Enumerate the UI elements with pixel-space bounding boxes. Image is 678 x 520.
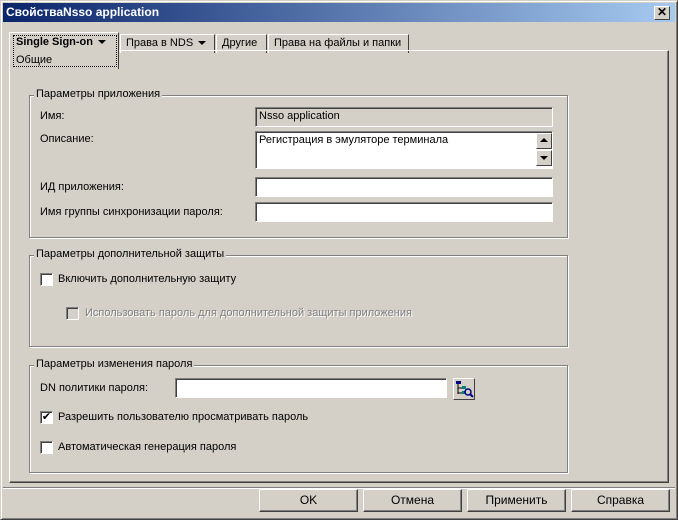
directory-browse-icon [456, 381, 474, 398]
subtab-general[interactable]: Общие [16, 54, 52, 66]
close-icon: ✕ [656, 5, 668, 19]
name-label: Имя: [40, 110, 65, 122]
help-button[interactable]: Справка [571, 489, 670, 512]
browse-button[interactable] [453, 378, 475, 400]
group-title: Параметры дополнительной защиты [34, 248, 227, 260]
app-params-group: Параметры приложения Имя: Nsso applicati… [29, 88, 568, 238]
properties-dialog: СвойстваNsso application ✕ Single Sign-o… [0, 0, 678, 520]
window-title: СвойстваNsso application [6, 5, 160, 19]
auto-generate-password-label[interactable]: Автоматическая генерация пароля [58, 441, 236, 453]
ok-button[interactable]: OK [259, 489, 358, 512]
arrow-up-icon [540, 138, 548, 142]
group-title: Параметры приложения [34, 88, 163, 100]
close-button[interactable]: ✕ [654, 6, 670, 20]
enable-extra-security-checkbox[interactable] [40, 273, 53, 286]
scroll-up-button[interactable] [536, 133, 552, 149]
checkmark-icon: ✔ [41, 411, 52, 423]
enable-extra-security-label[interactable]: Включить дополнительную защиту [58, 273, 236, 285]
tab-panel: Параметры приложения Имя: Nsso applicati… [9, 50, 669, 483]
tab-label: Права на файлы и папки [274, 37, 402, 49]
description-field[interactable]: Регистрация в эмуляторе терминала [255, 131, 553, 169]
use-password-label: Использовать пароль для дополнительной з… [85, 307, 412, 319]
sync-group-label: Имя группы синхронизации пароля: [40, 206, 223, 218]
use-password-checkbox [66, 307, 79, 320]
dn-policy-label: DN политики пароля: [40, 382, 149, 394]
arrow-down-icon [540, 156, 548, 160]
cancel-button[interactable]: Отмена [363, 489, 462, 512]
extra-security-group: Параметры дополнительной защиты Включить… [29, 248, 568, 347]
apply-button[interactable]: Применить [467, 489, 566, 512]
password-change-group: Параметры изменения пароля DN политики п… [29, 358, 568, 473]
sync-group-field[interactable] [255, 202, 553, 222]
allow-view-password-label[interactable]: Разрешить пользователю просматривать пар… [58, 411, 308, 423]
tab-label: Другие [222, 37, 258, 49]
tab-single-sign-on[interactable]: Single Sign-on Общие [9, 32, 119, 69]
auto-generate-password-checkbox[interactable] [40, 441, 53, 454]
group-title: Параметры изменения пароля [34, 358, 195, 370]
description-label: Описание: [40, 133, 94, 145]
name-field: Nsso application [255, 107, 553, 127]
app-id-field[interactable] [255, 177, 553, 197]
dn-policy-field[interactable] [175, 378, 447, 398]
allow-view-password-checkbox[interactable]: ✔ [40, 411, 53, 424]
scroll-down-button[interactable] [536, 150, 552, 166]
title-bar: СвойстваNsso application ✕ [3, 3, 675, 22]
app-id-label: ИД приложения: [40, 181, 124, 193]
description-text: Регистрация в эмуляторе терминала [259, 134, 449, 146]
chevron-down-icon [198, 41, 207, 46]
tab-label: Права в NDS [126, 37, 194, 49]
